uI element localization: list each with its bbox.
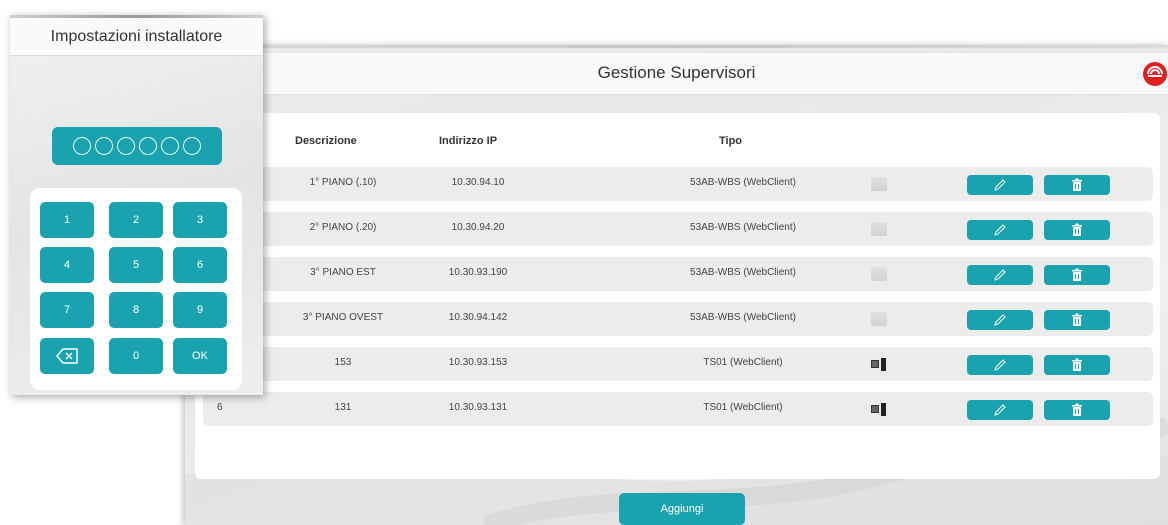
pencil-icon <box>994 269 1006 281</box>
table-row[interactable]: 1° PIANO (.10) 10.30.94.10 53AB-WBS (Web… <box>203 167 1153 201</box>
row-ip-address: 10.30.94.142 <box>448 312 508 323</box>
delete-button[interactable] <box>1044 400 1110 420</box>
key-4[interactable]: 4 <box>40 247 94 283</box>
key-9[interactable]: 9 <box>173 292 227 328</box>
edit-button[interactable] <box>967 265 1033 285</box>
key-8[interactable]: 8 <box>109 292 163 328</box>
column-header-descrizione: Descrizione <box>295 135 357 147</box>
trash-icon <box>1072 223 1082 236</box>
backspace-key[interactable] <box>40 338 94 374</box>
edit-button[interactable] <box>967 175 1033 195</box>
trash-icon <box>1072 358 1082 371</box>
pin-dot <box>117 137 135 155</box>
key-6[interactable]: 6 <box>173 247 227 283</box>
edit-button[interactable] <box>967 355 1033 375</box>
column-header-tipo: Tipo <box>719 135 743 147</box>
column-header-indirizzo-ip: Indirizzo IP <box>439 135 498 147</box>
key-1[interactable]: 1 <box>40 202 94 238</box>
row-type: 53AB-WBS (WebClient) <box>690 312 796 323</box>
row-ip-address: 10.30.93.131 <box>448 402 508 413</box>
installer-settings-dialog: Impostazioni installatore 1 2 3 4 5 6 7 … <box>10 15 263 395</box>
pin-dot <box>95 137 113 155</box>
key-5[interactable]: 5 <box>109 247 163 283</box>
add-button[interactable]: Aggiungi <box>619 493 745 525</box>
row-ip-address: 10.30.94.20 <box>451 222 505 233</box>
trash-icon <box>1072 178 1082 191</box>
edit-button[interactable] <box>967 220 1033 240</box>
dialog-title-bar: Impostazioni installatore <box>10 18 263 56</box>
row-type: 53AB-WBS (WebClient) <box>690 177 796 188</box>
row-ip-address: 10.30.93.190 <box>448 267 508 278</box>
pin-dot <box>139 137 157 155</box>
pencil-icon <box>994 359 1006 371</box>
edit-button[interactable] <box>967 400 1033 420</box>
key-7[interactable]: 7 <box>40 292 94 328</box>
wall-panel-icon <box>871 312 887 326</box>
supervisor-window: Gestione Supervisori Descrizione Indiriz… <box>185 45 1168 525</box>
table-row[interactable]: 3° PIANO OVEST 10.30.94.142 53AB-WBS (We… <box>203 302 1153 336</box>
delete-button[interactable] <box>1044 265 1110 285</box>
pencil-icon <box>994 404 1006 416</box>
row-type: 53AB-WBS (WebClient) <box>690 267 796 278</box>
dialog-title: Impostazioni installatore <box>50 28 223 45</box>
row-type: 53AB-WBS (WebClient) <box>690 222 796 233</box>
wall-panel-icon <box>871 222 887 236</box>
touchscreen-icon <box>871 402 887 416</box>
row-ip-address: 10.30.94.10 <box>451 177 505 188</box>
row-type: TS01 (WebClient) <box>703 357 783 368</box>
delete-button[interactable] <box>1044 355 1110 375</box>
brand-logo-icon <box>1143 62 1167 86</box>
trash-icon <box>1072 313 1082 326</box>
pin-dot <box>161 137 179 155</box>
key-0[interactable]: 0 <box>109 338 163 374</box>
wall-panel-icon <box>871 267 887 281</box>
table-row[interactable]: 3° PIANO EST 10.30.93.190 53AB-WBS (WebC… <box>203 257 1153 291</box>
trash-icon <box>1072 403 1082 416</box>
edit-button[interactable] <box>967 310 1033 330</box>
key-3[interactable]: 3 <box>173 202 227 238</box>
title-bar: Gestione Supervisori <box>185 53 1168 95</box>
backspace-icon <box>56 348 78 364</box>
delete-button[interactable] <box>1044 220 1110 240</box>
pin-dot <box>183 137 201 155</box>
row-type: TS01 (WebClient) <box>703 402 783 413</box>
table-row[interactable]: 2° PIANO (.20) 10.30.94.20 53AB-WBS (Web… <box>203 212 1153 246</box>
table-row[interactable]: 6 131 10.30.93.131 TS01 (WebClient) <box>203 392 1153 426</box>
pencil-icon <box>994 314 1006 326</box>
pencil-icon <box>994 179 1006 191</box>
pin-dot <box>73 137 91 155</box>
pencil-icon <box>994 224 1006 236</box>
window-title: Gestione Supervisori <box>597 63 756 82</box>
pin-display <box>52 127 222 165</box>
delete-button[interactable] <box>1044 310 1110 330</box>
supervisor-table: Descrizione Indirizzo IP Tipo 1° PIANO (… <box>195 113 1160 479</box>
ok-key[interactable]: OK <box>173 338 227 374</box>
row-number: 6 <box>217 402 223 413</box>
row-ip-address: 10.30.93.153 <box>448 357 508 368</box>
wall-panel-icon <box>871 177 887 191</box>
trash-icon <box>1072 268 1082 281</box>
touchscreen-icon <box>871 357 887 371</box>
table-row[interactable]: 153 10.30.93.153 TS01 (WebClient) <box>203 347 1153 381</box>
delete-button[interactable] <box>1044 175 1110 195</box>
key-2[interactable]: 2 <box>109 202 163 238</box>
numeric-keypad: 1 2 3 4 5 6 7 8 9 0 OK <box>30 188 242 390</box>
